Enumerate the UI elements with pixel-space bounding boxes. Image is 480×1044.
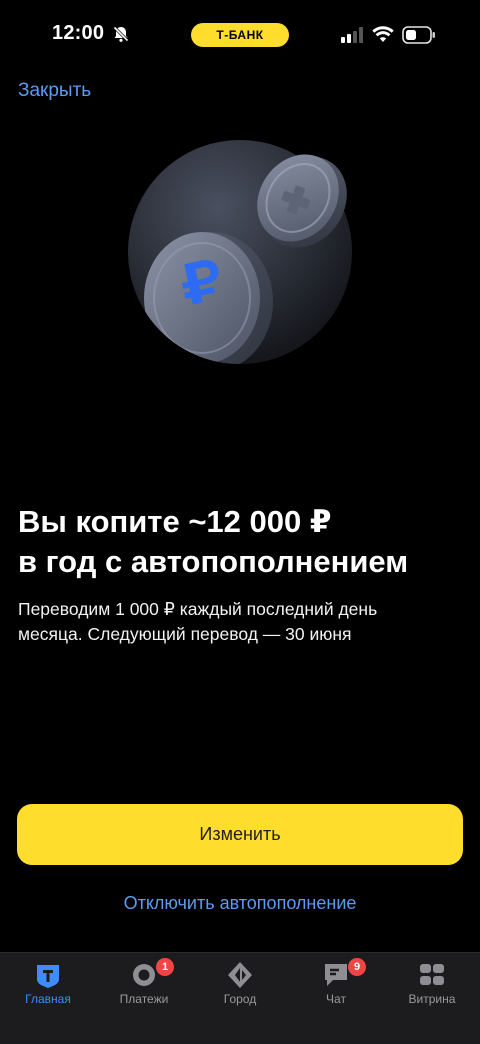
tab-home[interactable]: Главная [0,953,96,1023]
payments-badge: 1 [156,958,174,976]
showcase-icon [420,964,444,985]
savings-coins-illustration [128,140,352,364]
headline-line-2: в год с автопополнением [18,544,409,579]
change-button[interactable]: Изменить [17,804,463,865]
headline-line-1: Вы копите ~12 000 ₽ [18,504,332,539]
city-icon [228,962,252,988]
tab-chat-label: Чат [326,992,346,1006]
bell-muted-icon [112,25,130,43]
tab-payments[interactable]: 1 Платежи [96,953,192,1023]
status-bar: 12:00 Т-БАНК [0,0,480,72]
tab-city[interactable]: Город [192,953,288,1023]
savings-headline: Вы копите ~12 000 ₽ в год с автопополнен… [18,502,468,582]
tab-city-label: Город [223,992,257,1006]
battery-icon [402,26,435,44]
chat-badge: 9 [348,958,366,976]
disable-autotopup-link[interactable]: Отключить автопополнение [0,893,480,914]
status-time: 12:00 [52,22,105,44]
tab-chat[interactable]: 9 Чат [288,953,384,1023]
chat-icon [325,964,347,986]
tab-payments-label: Платежи [119,992,169,1006]
home-icon [37,965,59,988]
close-button[interactable]: Закрыть [18,80,91,102]
payments-icon [133,964,155,986]
description-line-1: Переводим 1 000 ₽ каждый последний день [18,599,378,619]
tab-home-label: Главная [25,992,71,1006]
tab-showcase[interactable]: Витрина [384,953,480,1023]
wifi-icon [372,26,394,42]
bottom-tab-bar: Главная 1 Платежи Город 9 Чат Витрина [0,952,480,1044]
description-line-2: месяца. Следующий перевод — 30 июня [18,624,352,644]
bank-pill: Т-БАНК [191,23,289,47]
transfer-description: Переводим 1 000 ₽ каждый последний день … [18,597,458,647]
cellular-signal-icon [341,27,363,43]
tab-showcase-label: Витрина [408,992,456,1006]
